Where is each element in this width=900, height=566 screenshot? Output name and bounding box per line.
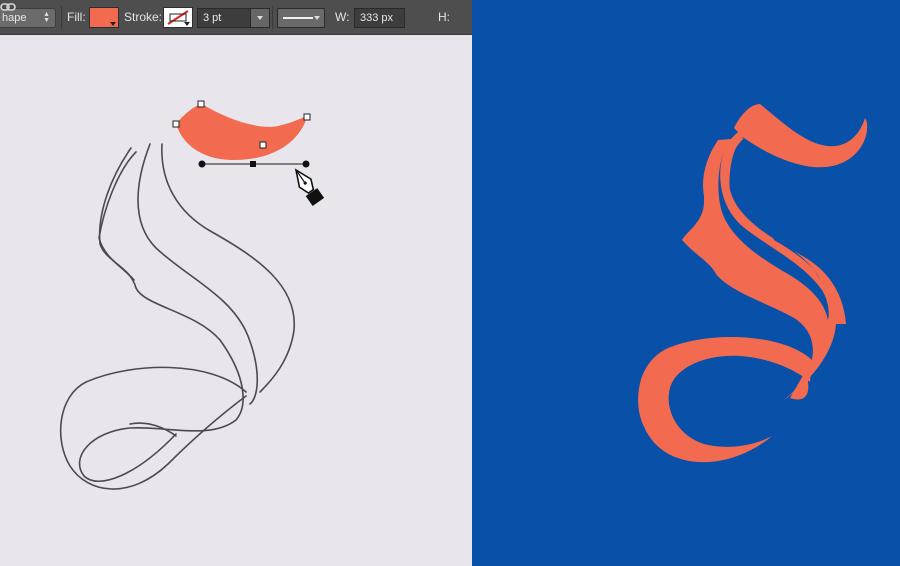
- width-field[interactable]: 333 px: [354, 8, 405, 28]
- drawing-canvas[interactable]: hape ▲ ▼ Fill: Stroke: 3 pt W: 333 px H:: [0, 0, 472, 566]
- pencil-sketch-lines: [59, 143, 295, 490]
- line-style-dropdown-icon[interactable]: [277, 8, 325, 28]
- logo-letterform: [638, 104, 868, 463]
- stroke-width-value: 3 pt: [203, 12, 222, 24]
- stroke-width-dropdown-icon[interactable]: [250, 8, 270, 28]
- selected-anchor-point[interactable]: [250, 161, 256, 167]
- width-value: 333 px: [360, 12, 394, 24]
- width-label: W:: [335, 10, 350, 24]
- final-logo-panel: [472, 0, 900, 566]
- height-label: H:: [438, 10, 450, 24]
- blackletter-s-logo: [638, 104, 868, 463]
- stroke-width-field[interactable]: 3 pt: [197, 8, 251, 28]
- filled-path-shape[interactable]: [176, 104, 307, 160]
- fill-swatch-icon[interactable]: [89, 7, 119, 28]
- stroke-label: Stroke:: [124, 10, 163, 24]
- fill-label: Fill:: [67, 10, 86, 24]
- separator: [61, 6, 62, 29]
- link-proportions-icon[interactable]: [0, 0, 16, 14]
- separator: [272, 6, 273, 29]
- handle-point-left[interactable]: [198, 160, 206, 168]
- pen-tool-cursor-icon: [294, 168, 325, 206]
- mode-dropdown-arrows-icon: ▲ ▼: [43, 11, 50, 24]
- handle-point-right[interactable]: [302, 160, 310, 168]
- stroke-swatch-icon[interactable]: [163, 7, 193, 28]
- options-bar: hape ▲ ▼ Fill: Stroke: 3 pt W: 333 px H:: [0, 0, 472, 35]
- sketch-artwork: [59, 100, 325, 490]
